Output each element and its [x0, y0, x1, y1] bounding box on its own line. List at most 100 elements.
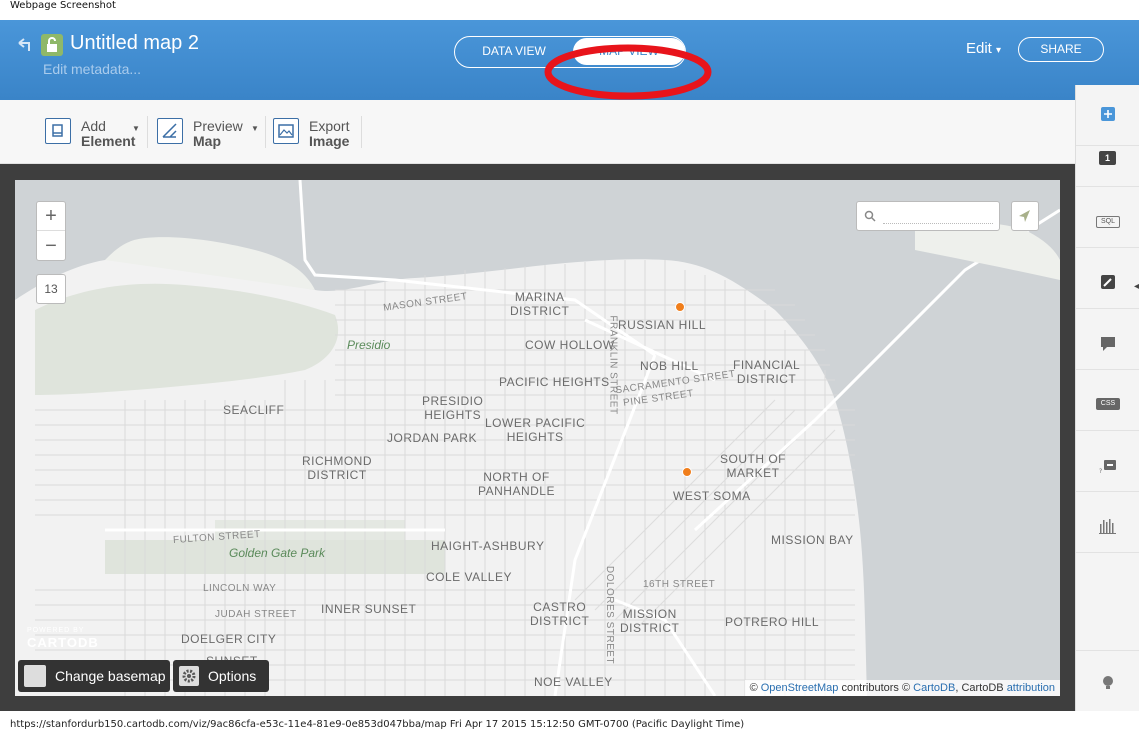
export-image-button[interactable]: Export Image [273, 118, 353, 149]
location-arrow-icon [1019, 210, 1030, 222]
street-label: DOLORES STREET [604, 565, 616, 665]
map-label: INNER SUNSET [321, 602, 417, 616]
map-label: PACIFIC HEIGHTS [499, 375, 610, 389]
export-label: Export [309, 118, 350, 134]
map-label: PRESIDIO HEIGHTS [422, 394, 484, 422]
layer-count-button[interactable]: 1 [1076, 126, 1139, 187]
element-label: Element [81, 133, 136, 149]
map-search-input[interactable] [883, 208, 993, 224]
map-label: RICHMOND DISTRICT [302, 454, 372, 482]
attribution-text: © [749, 682, 761, 694]
layer-count-badge: 1 [1099, 151, 1116, 165]
map-label: FINANCIAL DISTRICT [733, 358, 801, 386]
screenshot-caption: Webpage Screenshot [10, 0, 116, 11]
map-label: COW HOLLOW [525, 338, 615, 352]
map-label: NORTH OF PANHANDLE [478, 470, 555, 498]
preview-label: Preview [193, 118, 243, 134]
map-title[interactable]: Untitled map 2 [70, 32, 199, 55]
image-label: Image [309, 133, 350, 149]
legend-icon: ? [1099, 460, 1116, 474]
map-label: SEACLIFF [223, 403, 285, 417]
attribution-text: contributors © [838, 682, 914, 694]
map-label: NOE VALLEY [534, 675, 613, 689]
add-layer-icon [1101, 107, 1115, 121]
share-button[interactable]: SHARE [1018, 37, 1104, 62]
image-icon [273, 118, 299, 144]
map-label: Golden Gate Park [229, 546, 326, 560]
options-button[interactable]: Options [173, 660, 269, 692]
cartodb-link[interactable]: CartoDB [913, 682, 955, 694]
sql-label: SQL [1100, 218, 1115, 225]
data-view-button[interactable]: DATA VIEW [455, 37, 573, 66]
back-arrow-icon[interactable] [16, 36, 34, 54]
change-basemap-button[interactable]: Change basemap [18, 660, 170, 692]
view-toggle: DATA VIEW MAP VIEW [454, 36, 686, 68]
layer-count-text: 1 [1104, 153, 1110, 163]
help-button[interactable] [1076, 650, 1139, 711]
edit-metadata-link[interactable]: Edit metadata... [43, 61, 141, 77]
openstreetmap-link[interactable]: OpenStreetMap [761, 682, 839, 694]
zoom-control: + − [36, 201, 66, 261]
street-label: 16TH STREET [643, 579, 716, 590]
add-element-button[interactable]: Add Element ▼ [45, 118, 140, 149]
map-label: COLE VALLEY [426, 570, 512, 584]
zoom-level: 13 [36, 274, 66, 304]
attribution-text: , CartoDB [955, 682, 1007, 694]
unlock-icon[interactable] [41, 34, 63, 56]
paintbrush-icon [1101, 275, 1115, 289]
edit-label: Edit [966, 40, 992, 57]
zoom-out-button[interactable]: − [37, 232, 65, 261]
map-label: RUSSIAN HILL [618, 318, 707, 332]
sql-button[interactable]: SQL [1076, 187, 1139, 248]
add-element-icon [45, 118, 71, 144]
speech-bubble-icon [1101, 337, 1115, 351]
map-label: MISSION BAY [771, 533, 854, 547]
attribution-link[interactable]: attribution [1007, 682, 1055, 694]
css-button[interactable]: CSS [1076, 370, 1139, 431]
gear-icon [179, 666, 199, 686]
legend-button[interactable]: ? [1076, 431, 1139, 492]
footer-url: https://stanfordurb150.cartodb.com/viz/9… [10, 719, 745, 730]
locate-button[interactable] [1011, 201, 1039, 231]
map-marker[interactable] [675, 302, 685, 312]
map-label: MISSION DISTRICT [620, 607, 680, 635]
lightbulb-icon [1103, 676, 1113, 689]
right-panel: 1 SQL CSS ? [1075, 85, 1139, 711]
preview-map-button[interactable]: Preview Map ▼ [157, 118, 259, 149]
street-label: LINCOLN WAY [203, 583, 277, 594]
map-label: LOWER PACIFIC HEIGHTS [485, 416, 586, 444]
toolbar-divider [147, 116, 148, 148]
map-label: MARINA DISTRICT [510, 290, 570, 318]
zoom-in-button[interactable]: + [37, 202, 65, 231]
map-label: SOUTH OF MARKET [720, 452, 786, 480]
chevron-down-icon: ▾ [996, 45, 1002, 56]
map-label: HAIGHT-ASHBURY [431, 539, 545, 553]
map-label: Map [193, 133, 221, 149]
page: Webpage Screenshot Untitled map 2 Edit m… [0, 0, 1139, 731]
toolbar-divider [265, 116, 266, 148]
toolbar: Add Element ▼ Preview Map ▼ Export Image [0, 100, 1075, 164]
map-marker[interactable] [682, 467, 692, 477]
svg-text:?: ? [1099, 468, 1102, 474]
options-label: Options [208, 668, 257, 684]
wizard-button[interactable] [1076, 248, 1139, 309]
map-label: JORDAN PARK [387, 431, 477, 445]
filters-button[interactable] [1076, 492, 1139, 553]
bar-chart-icon [1099, 519, 1116, 534]
infowindow-button[interactable] [1076, 309, 1139, 370]
powered-by-label: POWERED BY [27, 627, 85, 634]
map-label: CASTRO DISTRICT [530, 600, 590, 628]
add-label: Add [81, 118, 106, 134]
change-basemap-label: Change basemap [55, 668, 166, 684]
css-label: CSS [1100, 400, 1116, 407]
map-canvas[interactable]: MARINA DISTRICT RUSSIAN HILL COW HOLLOW N… [15, 180, 1060, 696]
chevron-down-icon: ▼ [251, 124, 259, 133]
map-label: Presidio [347, 338, 391, 352]
edit-dropdown[interactable]: Edit ▾ [966, 40, 1001, 57]
chevron-down-icon: ▼ [132, 124, 140, 133]
map-label: WEST SOMA [673, 489, 751, 503]
map-attribution: © OpenStreetMap contributors © CartoDB, … [744, 680, 1060, 696]
map-view-button[interactable]: MAP VIEW [573, 38, 685, 65]
basemap-thumbnail-icon [24, 665, 46, 687]
map-search [856, 201, 1000, 231]
